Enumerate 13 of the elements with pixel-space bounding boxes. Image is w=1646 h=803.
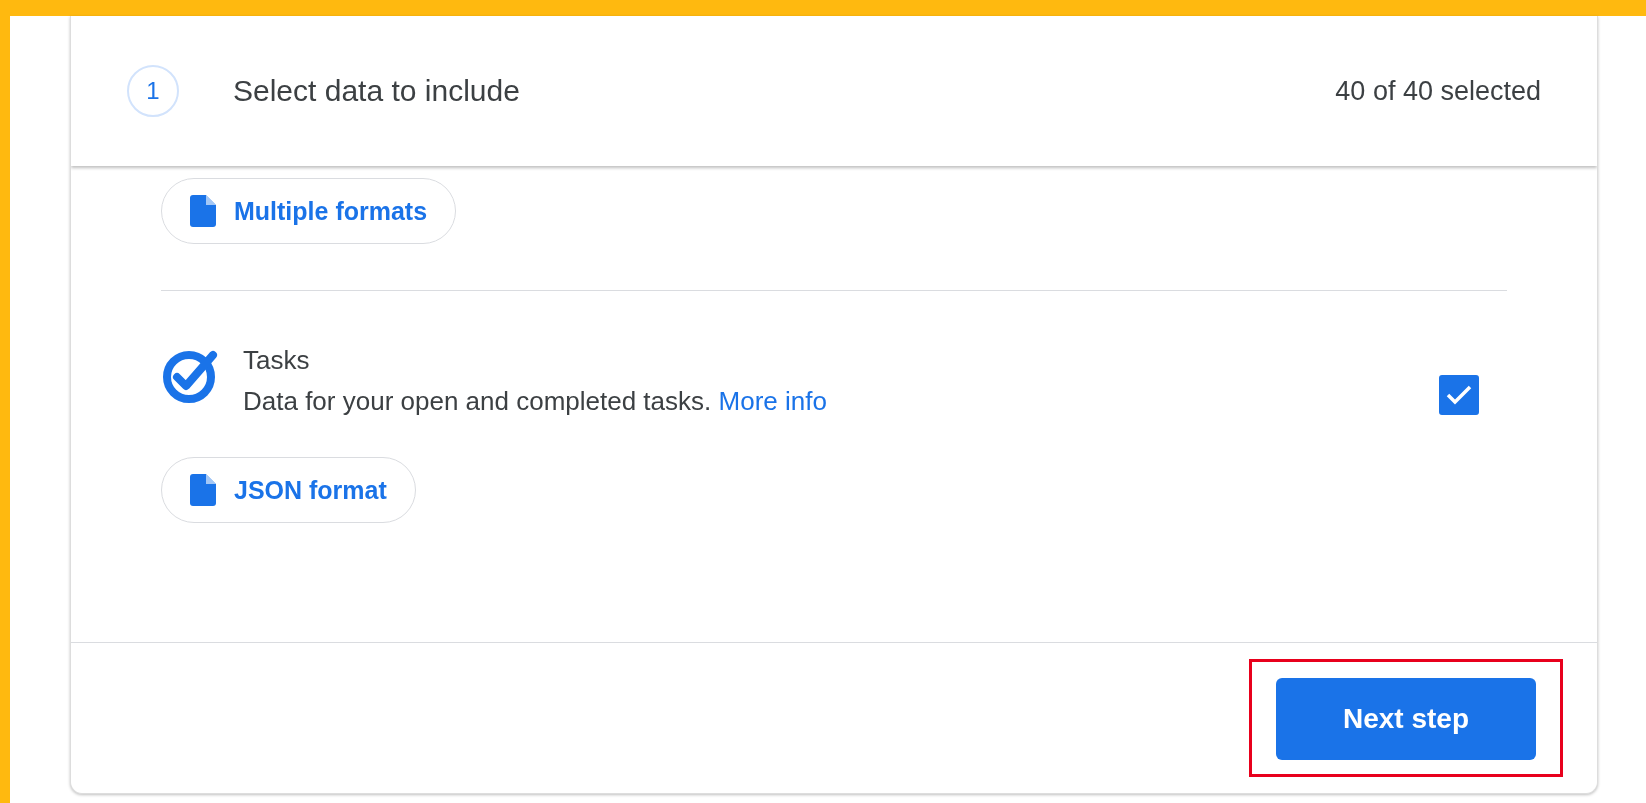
check-icon bbox=[1446, 385, 1472, 405]
step-title: Select data to include bbox=[233, 74, 521, 108]
next-step-button[interactable]: Next step bbox=[1276, 678, 1536, 760]
step-number: 1 bbox=[127, 65, 179, 117]
document-icon bbox=[190, 474, 216, 506]
format-chip[interactable]: Multiple formats bbox=[161, 178, 457, 244]
format-chip[interactable]: JSON format bbox=[161, 457, 416, 523]
selection-count: 40 of 40 selected bbox=[1335, 75, 1541, 107]
product-title: Tasks bbox=[243, 345, 311, 376]
more-info-link[interactable]: More info bbox=[718, 386, 827, 416]
document-icon bbox=[190, 195, 216, 227]
checkbox[interactable] bbox=[1439, 375, 1479, 415]
product-description: Data for your open and completed tasks. More info bbox=[243, 386, 828, 417]
